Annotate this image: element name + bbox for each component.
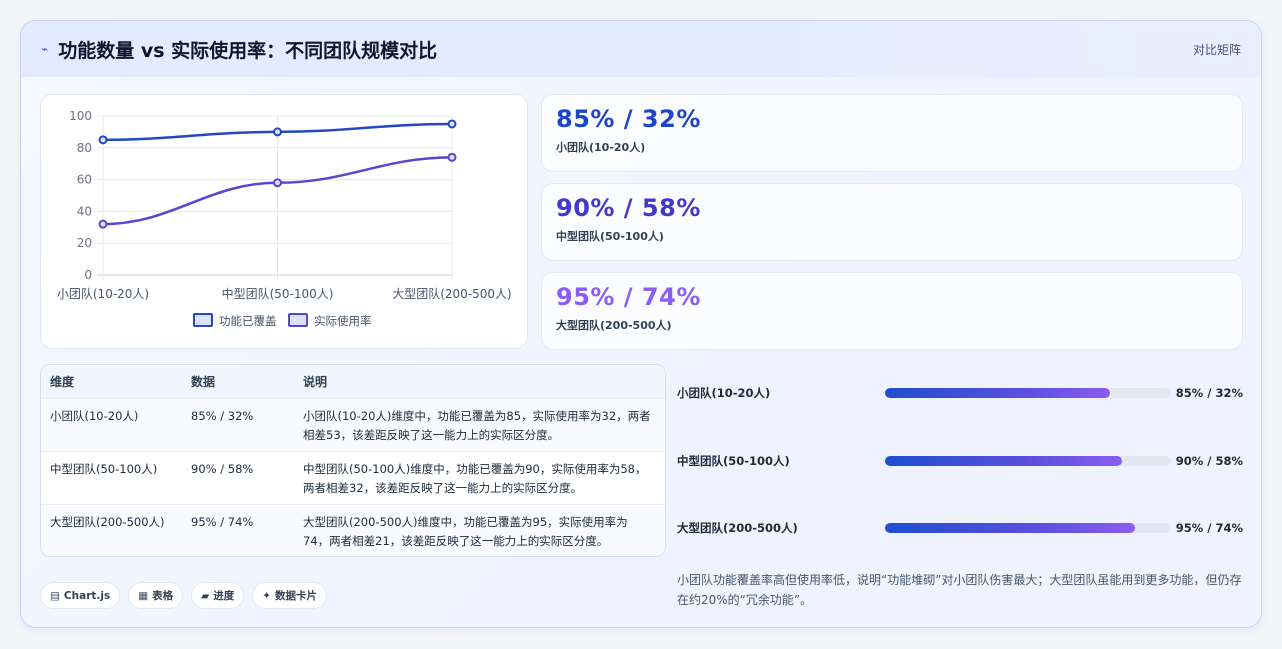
- y-tick-label: 100: [69, 109, 92, 123]
- line-chart: 0 20 40 60 80 100 小团队(10-20人) 中型团队(50-100人) 大型团队…: [57, 109, 512, 328]
- x-tick-label: 大型团队(200-500人): [392, 286, 512, 301]
- data-point: [447, 152, 457, 162]
- legend-swatch: [193, 313, 213, 327]
- stat-label: 小团队(10-20人): [556, 141, 646, 154]
- x-tick-label: 小团队(10-20人): [57, 286, 149, 301]
- progress-label: 中型团队(50-100人): [677, 454, 790, 468]
- stat-card-medium: 90% / 58% 中型团队(50-100人): [541, 183, 1243, 261]
- progress-track: [885, 523, 1171, 533]
- y-tick-label: 80: [77, 141, 92, 155]
- table-row: 大型团队(200-500人) 95% / 74% 大型团队(200-500人)维…: [41, 505, 665, 556]
- matrix-tag: 对比矩阵: [1192, 43, 1241, 57]
- line-chart-panel: 0 20 40 60 80 100 小团队(10-20人) 中型团队(50-100人) 大型团队…: [40, 94, 528, 349]
- legend-label: 功能已覆盖: [219, 314, 277, 328]
- table-cell-dimension: 小团队(10-20人): [50, 409, 139, 423]
- y-tick-label: 60: [77, 173, 92, 187]
- table-cell-data: 95% / 74%: [191, 515, 254, 529]
- table-cell-dimension: 大型团队(200-500人): [50, 515, 165, 529]
- progress-label: 大型团队(200-500人): [677, 521, 798, 535]
- stat-value: 95% / 74%: [556, 283, 701, 311]
- data-point: [98, 135, 108, 145]
- pill-progress[interactable]: ▰ 进度: [191, 582, 245, 609]
- progress-track: [885, 388, 1171, 398]
- pill-label: 表格: [152, 590, 174, 602]
- progress-track: [885, 456, 1171, 466]
- progress-row-medium: 中型团队(50-100人) 90% / 58%: [677, 451, 1243, 471]
- view-pills: ▤ Chart.js ▦ 表格 ▰ 进度 ✦ 数据卡片: [40, 582, 328, 609]
- progress-fill: [885, 523, 1136, 533]
- table-cell-data: 90% / 58%: [191, 462, 254, 476]
- insight-note: 小团队功能覆盖率高但使用率低，说明“功能堆砌”对小团队伤害最大；大型团队虽能用到…: [677, 573, 1242, 607]
- stat-value: 90% / 58%: [556, 194, 701, 222]
- table-icon: ▦: [138, 589, 149, 602]
- y-tick-label: 0: [84, 268, 92, 282]
- x-tick-label: 中型团队(50-100人): [222, 286, 334, 301]
- stat-label: 大型团队(200-500人): [556, 319, 672, 332]
- card-title: 功能数量 vs 实际使用率：不同团队规模对比: [58, 39, 438, 62]
- data-point: [273, 127, 282, 137]
- progress-fill: [885, 388, 1110, 398]
- pill-label: Chart.js: [63, 589, 111, 602]
- legend-swatch: [288, 313, 308, 327]
- progress-label: 小团队(10-20人): [677, 386, 771, 400]
- progress-value: 85% / 32%: [1175, 386, 1243, 400]
- table-row: 中型团队(50-100人) 90% / 58% 中型团队(50-100人)维度中…: [41, 452, 665, 505]
- table-header-description: 说明: [303, 375, 328, 389]
- stat-card-large: 95% / 74% 大型团队(200-500人): [541, 272, 1243, 350]
- table-header-dimension: 维度: [50, 375, 75, 389]
- pill-chartjs[interactable]: ▤ Chart.js: [40, 582, 121, 609]
- legend-label: 实际使用率: [314, 314, 372, 328]
- pill-data-card[interactable]: ✦ 数据卡片: [252, 582, 328, 609]
- sparkle-icon: ✦: [262, 589, 272, 602]
- table-cell-data: 85% / 32%: [191, 409, 254, 423]
- table-cell-description: 小团队(10-20人)维度中，功能已覆盖为85，实际使用率为32，两者相差53，…: [303, 409, 651, 442]
- table-cell-dimension: 中型团队(50-100人): [50, 462, 158, 476]
- y-tick-label: 20: [77, 236, 92, 250]
- pill-label: 数据卡片: [275, 590, 318, 602]
- pill-table[interactable]: ▦ 表格: [128, 582, 184, 609]
- stat-card-small: 85% / 32% 小团队(10-20人): [541, 94, 1243, 172]
- comparison-card: ⌁ 功能数量 vs 实际使用率：不同团队规模对比 对比矩阵 0 20 40 60 80 1…: [20, 20, 1262, 628]
- progress-row-large: 大型团队(200-500人) 95% / 74%: [677, 518, 1243, 538]
- table-row: 小团队(10-20人) 85% / 32% 小团队(10-20人)维度中，功能已…: [41, 399, 665, 452]
- progress-value: 95% / 74%: [1175, 521, 1243, 535]
- chart-icon: ▤: [50, 589, 60, 602]
- data-table: 维度 数据 说明 小团队(10-20人) 85% / 32% 小团队(10-20…: [40, 364, 666, 557]
- progress-row-small: 小团队(10-20人) 85% / 32%: [677, 383, 1243, 403]
- card-header: ⌁ 功能数量 vs 实际使用率：不同团队规模对比 对比矩阵: [21, 21, 1261, 77]
- table-cell-description: 中型团队(50-100人)维度中，功能已覆盖为90，实际使用率为58，两者相差3…: [303, 462, 647, 495]
- data-point: [273, 178, 282, 188]
- stat-value: 85% / 32%: [556, 105, 701, 133]
- data-point: [447, 119, 457, 129]
- progress-icon: ▰: [201, 589, 210, 602]
- data-point: [98, 219, 108, 229]
- pill-label: 进度: [213, 590, 235, 602]
- trend-icon: ⌁: [41, 42, 49, 56]
- y-tick-label: 40: [77, 204, 92, 218]
- progress-fill: [885, 456, 1123, 466]
- table-header-row: 维度 数据 说明: [41, 365, 665, 399]
- table-cell-description: 大型团队(200-500人)维度中，功能已覆盖为95，实际使用率为74，两者相差…: [303, 515, 628, 548]
- progress-value: 90% / 58%: [1175, 454, 1243, 468]
- table-header-data: 数据: [191, 375, 216, 389]
- stat-label: 中型团队(50-100人): [556, 230, 664, 243]
